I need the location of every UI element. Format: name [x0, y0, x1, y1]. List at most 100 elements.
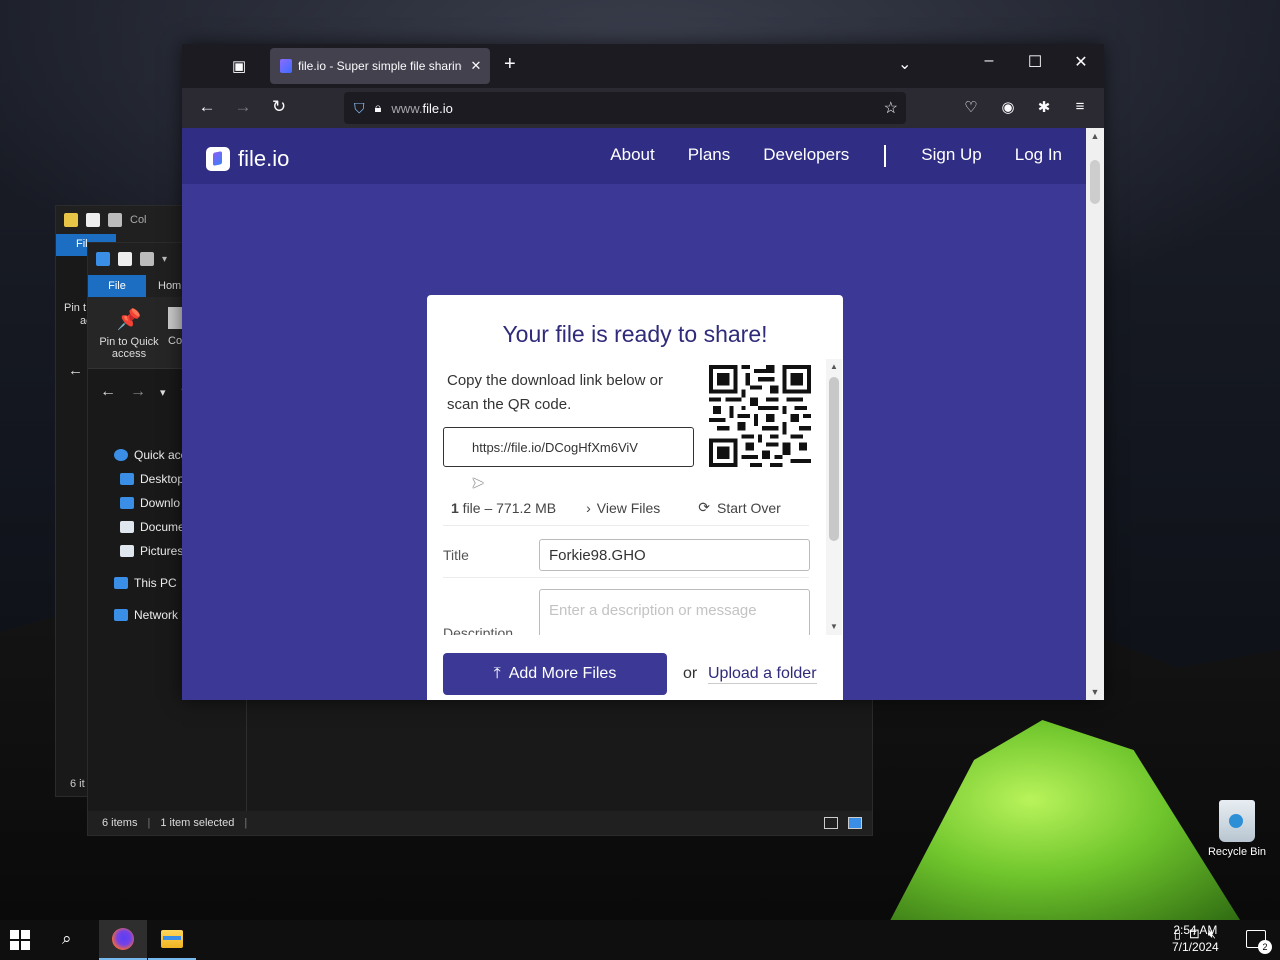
firefox-view-icon[interactable]: ▣	[232, 57, 250, 75]
new-folder-icon[interactable]	[140, 252, 154, 266]
start-over-label: Start Over	[717, 499, 781, 516]
windows-start-icon[interactable]	[10, 930, 30, 950]
nav-divider	[884, 145, 887, 167]
back-arrow-icon[interactable]: ←	[100, 383, 116, 401]
file-tab[interactable]: File	[88, 275, 146, 297]
nav-item-label: Network	[134, 608, 179, 622]
menu-hamburger-icon[interactable]: ≡	[1069, 98, 1091, 115]
extensions-icon[interactable]: ✱	[1033, 98, 1055, 116]
status-bar: 6 items | 1 item selected |	[88, 811, 872, 835]
recent-locations-icon[interactable]: ▾	[160, 386, 166, 399]
nav-item-label: Quick acc	[134, 448, 187, 462]
recycle-bin-label: Recycle Bin	[1207, 846, 1267, 858]
scroll-up-icon[interactable]: ▲	[1086, 128, 1104, 144]
file-io-favicon-icon	[280, 59, 292, 73]
forward-icon[interactable]: →	[232, 97, 254, 117]
upload-folder-link[interactable]: Upload a folder	[708, 665, 817, 684]
checkmark-icon[interactable]	[86, 213, 100, 227]
details-view-icon[interactable]	[824, 817, 838, 829]
page-viewport: file.io About Plans Developers Sign Up L…	[182, 128, 1104, 700]
chevron-right-icon: ›	[586, 499, 591, 516]
customize-qat-icon[interactable]: ▾	[162, 254, 167, 265]
start-over-link[interactable]: ⟳ Start Over	[698, 499, 781, 516]
nav-item-label: Desktop	[140, 472, 185, 486]
file-io-logo[interactable]: file.io	[206, 146, 289, 172]
new-tab-icon[interactable]: +	[504, 53, 516, 76]
url-text[interactable]: www.file.io	[391, 101, 873, 116]
bookmark-star-icon[interactable]: ☆	[884, 98, 898, 118]
window-title-fragment: Col	[130, 214, 147, 226]
copy-icon	[168, 307, 182, 329]
checkmark-icon[interactable]	[118, 252, 132, 266]
new-folder-icon[interactable]	[108, 213, 122, 227]
tab-close-icon[interactable]: ✕	[468, 58, 484, 74]
nav-link-sign-up[interactable]: Sign Up	[921, 145, 981, 167]
nav-item-label: Downlo	[140, 496, 181, 510]
logo-text: file.io	[238, 146, 290, 171]
url-bar[interactable]: ⛉ 🔒︎ www.file.io ☆	[344, 92, 906, 124]
pocket-icon[interactable]: ♡	[960, 98, 982, 116]
scroll-down-icon[interactable]: ▼	[1086, 684, 1104, 700]
tracking-protection-shield-icon[interactable]: ⛉	[354, 100, 365, 117]
nav-link-log-in[interactable]: Log In	[1015, 145, 1062, 167]
nav-link-about[interactable]: About	[610, 145, 654, 167]
nav-item-label: Pictures	[140, 544, 184, 558]
taskbar-firefox[interactable]	[99, 920, 147, 960]
close-icon[interactable]: ✕	[1066, 52, 1096, 72]
nav-link-plans[interactable]: Plans	[688, 145, 731, 167]
maximize-icon[interactable]: ☐	[1020, 52, 1050, 72]
copy-label: Co	[168, 335, 183, 347]
forward-arrow-icon[interactable]: →	[130, 383, 146, 401]
search-icon[interactable]: ⌕	[62, 929, 72, 949]
add-more-files-button[interactable]: ⤒ Add More Files	[443, 653, 667, 695]
scroll-down-icon[interactable]: ▼	[826, 619, 842, 635]
tab-bar: ▣ file.io - Super simple file sharing ✕ …	[182, 44, 1104, 88]
scroll-thumb[interactable]	[1090, 160, 1100, 204]
scroll-thumb[interactable]	[829, 377, 839, 541]
list-all-tabs-icon[interactable]: ⌄	[898, 54, 911, 74]
back-arrow-icon[interactable]: ←	[68, 362, 83, 379]
notification-center-icon[interactable]: 2	[1246, 930, 1272, 954]
computer-icon[interactable]	[96, 252, 110, 266]
nav-item-label: This PC	[134, 576, 177, 590]
taskbar-file-explorer[interactable]	[148, 920, 196, 960]
site-navigation: About Plans Developers Sign Up Log In	[610, 145, 1062, 167]
download-icon	[120, 497, 134, 509]
qr-code	[709, 365, 811, 467]
desktop-icon	[120, 473, 134, 485]
clock[interactable]: 2:54 AM 7/1/2024	[1172, 922, 1219, 956]
recycle-bin-shortcut[interactable]: Recycle Bin	[1200, 800, 1274, 858]
pin-to-quick-access-button[interactable]: 📌 Pin to Quick access	[94, 307, 164, 360]
account-icon[interactable]: ◉	[997, 98, 1019, 116]
reload-icon[interactable]: ↻	[268, 97, 290, 117]
page-scrollbar[interactable]: ▲ ▼	[1086, 128, 1104, 700]
view-files-link[interactable]: › View Files	[586, 500, 660, 516]
computer-icon	[114, 577, 128, 589]
scroll-up-icon[interactable]: ▲	[826, 359, 842, 375]
folder-icon	[161, 930, 183, 948]
copy-button[interactable]: Co	[168, 307, 182, 347]
navigation-toolbar: ← → ↻ ⛉ 🔒︎ www.file.io ☆ ♡ ◉ ✱ ≡	[182, 88, 1104, 128]
description-label: Description	[443, 625, 514, 635]
large-icons-view-icon[interactable]	[848, 817, 862, 829]
description-input[interactable]: Enter a description or message	[539, 589, 810, 635]
star-icon	[114, 449, 128, 461]
or-text: or	[683, 665, 698, 682]
title-input[interactable]: Forkie98.GHO	[539, 539, 810, 571]
tab-file-io[interactable]: file.io - Super simple file sharing ✕	[270, 48, 490, 84]
card-scrollbar[interactable]: ▲ ▼	[826, 359, 842, 635]
quick-access-toolbar: Col	[56, 206, 189, 234]
clock-time: 2:54 AM	[1173, 923, 1218, 937]
firefox-window[interactable]: ▣ file.io - Super simple file sharing ✕ …	[182, 44, 1104, 700]
status-item-count: 6 items	[102, 817, 138, 829]
nav-link-developers[interactable]: Developers	[763, 145, 849, 167]
download-link-field[interactable]: https://file.io/DCogHfXm6ViV	[443, 427, 694, 467]
file-count-size: 1 file – 771.2 MB	[451, 499, 557, 516]
status-selection: 1 item selected	[160, 817, 235, 829]
back-icon[interactable]: ←	[196, 97, 218, 117]
status-separator: |	[147, 817, 151, 829]
divider	[443, 577, 809, 578]
minimize-icon[interactable]: –	[974, 52, 1004, 70]
lock-icon[interactable]: 🔒︎	[375, 100, 382, 116]
properties-icon[interactable]	[64, 213, 78, 227]
